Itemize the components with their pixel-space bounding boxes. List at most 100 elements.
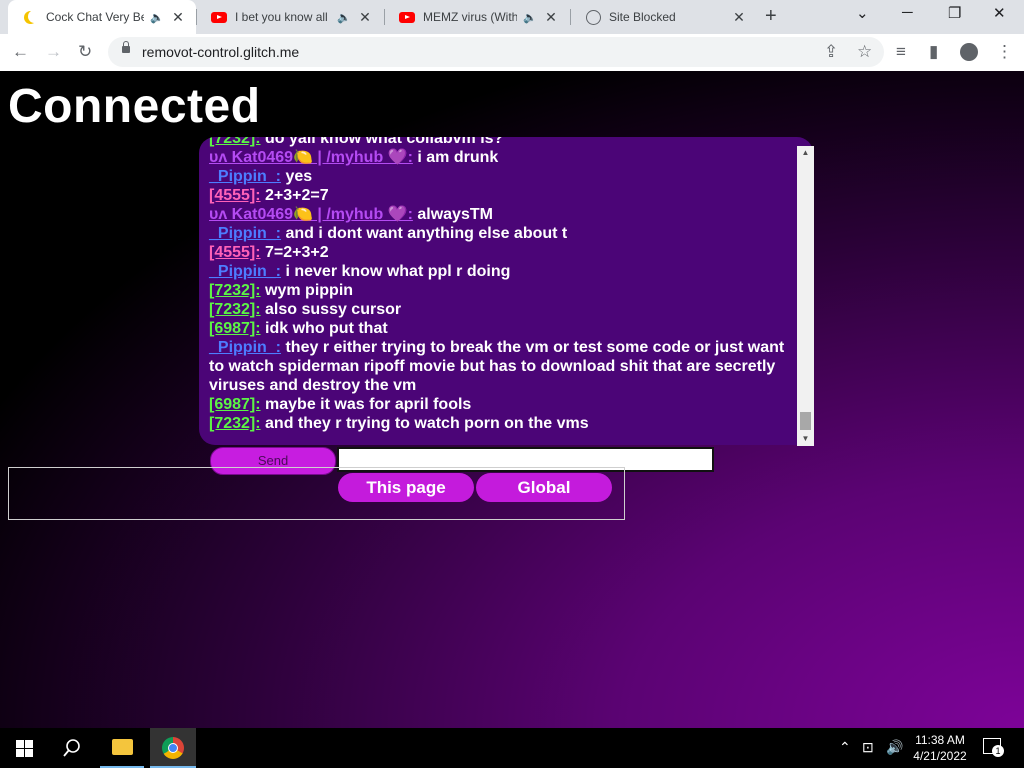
chrome-icon [162, 737, 184, 759]
message-username[interactable]: _Pippin_: [209, 168, 281, 185]
tab-1[interactable]: I bet you know all the 🔈 ✕ [197, 0, 383, 34]
notification-count: 1 [992, 745, 1004, 757]
minimize-icon[interactable]: ─ [902, 4, 913, 21]
message-username[interactable]: [7232]: [209, 282, 261, 299]
tab-title: I bet you know all the [235, 10, 331, 24]
notification-icon[interactable]: 1 [983, 738, 1004, 757]
message-text: and they r trying to watch porn on the v… [265, 415, 589, 432]
message-text: they r either trying to break the vm or … [209, 339, 785, 394]
reload-icon[interactable]: ↻ [78, 42, 92, 62]
chat-message: _Pippin_: they r either trying to break … [209, 338, 794, 395]
message-username[interactable]: [6987]: [209, 396, 261, 413]
message-text: do yall know what collabvm is? [265, 137, 504, 147]
message-username[interactable]: _Pippin_: [209, 263, 281, 280]
clock-date: 4/21/2022 [913, 749, 967, 763]
chat-message: [7232]: and they r trying to watch porn … [209, 414, 794, 433]
taskbar: ⌃ ⊡ 🔊 11:38 AM 4/21/2022 1 [0, 728, 1024, 768]
restore-icon[interactable]: ❐ [948, 4, 961, 22]
message-text: i never know what ppl r doing [285, 263, 511, 280]
message-username[interactable]: _Pippin_: [209, 339, 281, 356]
message-username[interactable]: [4555]: [209, 244, 261, 261]
chat-message: ᴜᴧ Kat0469🍋 | /myhub 💜: i am drunk [209, 148, 794, 167]
chat-message: [6987]: maybe it was for april fools [209, 395, 794, 414]
global-button[interactable]: Global [476, 473, 612, 502]
tab-title: Site Blocked [609, 10, 676, 24]
message-username[interactable]: [7232]: [209, 137, 261, 147]
speaker-icon[interactable]: 🔈 [523, 11, 537, 24]
speaker-icon[interactable]: 🔈 [150, 11, 164, 24]
network-icon[interactable]: ⊡ [862, 739, 874, 756]
chevron-up-icon[interactable]: ⌃ [839, 739, 851, 756]
close-tab-icon[interactable]: ✕ [543, 9, 559, 26]
media-controls-icon[interactable]: ≡ [896, 42, 906, 62]
browser-toolbar: ← → ↻ removot-control.glitch.me ⇪ ☆ ≡ ▮ … [0, 34, 1024, 72]
chat-message: [4555]: 7=2+3+2 [209, 243, 794, 262]
tab-title: MEMZ virus (With [423, 10, 518, 24]
new-tab-button[interactable]: + [765, 5, 777, 28]
close-tab-icon[interactable]: ✕ [170, 9, 186, 26]
speaker-icon[interactable]: 🔈 [337, 11, 351, 24]
chat-message: [7232]: also sussy cursor [209, 300, 794, 319]
message-text: also sussy cursor [265, 301, 402, 318]
chrome-taskbar-item[interactable] [150, 728, 196, 768]
chat-scrollbar[interactable]: ▲ ▼ [797, 146, 814, 446]
share-icon[interactable]: ⇪ [824, 42, 838, 62]
folder-icon [112, 739, 133, 755]
bookmark-star-icon[interactable]: ☆ [857, 42, 872, 62]
page-title: Connected [8, 80, 261, 133]
message-list: [7232]: do yall know what collabvm is? ᴜᴧ… [209, 137, 794, 433]
message-text: yes [285, 168, 313, 185]
message-text: and i dont want anything else about t [285, 225, 568, 242]
message-username[interactable]: [6987]: [209, 320, 261, 337]
close-window-icon[interactable]: ✕ [993, 4, 1006, 22]
url-text[interactable]: removot-control.glitch.me [142, 44, 299, 60]
message-text: 7=2+3+2 [265, 244, 329, 261]
menu-icon[interactable]: ⋮ [996, 42, 1013, 62]
chat-log[interactable]: [7232]: do yall know what collabvm is? ᴜᴧ… [199, 137, 813, 445]
volume-icon[interactable]: 🔊 [886, 739, 903, 756]
message-text: alwaysTM [417, 206, 493, 223]
message-text: idk who put that [265, 320, 388, 337]
close-tab-icon[interactable]: ✕ [731, 9, 747, 26]
close-tab-icon[interactable]: ✕ [357, 9, 373, 26]
message-username[interactable]: [7232]: [209, 301, 261, 318]
chat-message: _Pippin_: i never know what ppl r doing [209, 262, 794, 281]
chat-message: _Pippin_: and i dont want anything else … [209, 224, 794, 243]
back-icon[interactable]: ← [12, 42, 29, 62]
chat-message: _Pippin_: yes [209, 167, 794, 186]
windows-start-icon[interactable] [16, 740, 33, 757]
lock-icon [122, 41, 130, 53]
chat-message: ᴜᴧ Kat0469🍋 | /myhub 💜: alwaysTM [209, 205, 794, 224]
search-icon[interactable] [63, 739, 81, 757]
tab-title: Cock Chat Very Best [46, 10, 145, 24]
scroll-thumb[interactable] [800, 412, 811, 430]
this-page-button[interactable]: This page [338, 473, 474, 502]
side-panel-icon[interactable]: ▮ [929, 42, 938, 62]
page-content: Connected [7232]: do yall know what coll… [0, 71, 1024, 728]
message-username[interactable]: [4555]: [209, 187, 261, 204]
chat-message: [7232]: do yall know what collabvm is? [209, 137, 794, 148]
message-text: maybe it was for april fools [265, 396, 472, 413]
message-username[interactable]: ᴜᴧ Kat0469🍋 | /myhub 💜: [209, 206, 413, 223]
tab-2[interactable]: MEMZ virus (With 🔈 ✕ [385, 0, 569, 34]
tab-search-icon[interactable]: ⌄ [856, 4, 869, 22]
message-text: i am drunk [417, 149, 499, 166]
address-bar[interactable]: removot-control.glitch.me ⇪ ☆ [108, 37, 884, 67]
profile-avatar-icon[interactable] [960, 43, 978, 61]
clock[interactable]: 11:38 AM 4/21/2022 [905, 732, 975, 764]
message-text: 2+3+2=7 [265, 187, 329, 204]
chat-message: [6987]: idk who put that [209, 319, 794, 338]
tab-strip: Cock Chat Very Best 🔈 ✕ I bet you know a… [0, 0, 1024, 34]
globe-icon [585, 9, 601, 25]
message-username[interactable]: ᴜᴧ Kat0469🍋 | /myhub 💜: [209, 149, 413, 166]
message-username[interactable]: _Pippin_: [209, 225, 281, 242]
forward-icon[interactable]: → [45, 42, 62, 62]
file-explorer-taskbar-item[interactable] [100, 728, 144, 768]
youtube-icon [211, 9, 227, 25]
scroll-down-icon[interactable]: ▼ [797, 432, 814, 446]
scroll-up-icon[interactable]: ▲ [797, 146, 814, 160]
message-username[interactable]: [7232]: [209, 415, 261, 432]
tab-3[interactable]: Site Blocked ✕ [571, 0, 757, 34]
chat-message: [7232]: wym pippin [209, 281, 794, 300]
tab-0[interactable]: Cock Chat Very Best 🔈 ✕ [8, 0, 196, 34]
